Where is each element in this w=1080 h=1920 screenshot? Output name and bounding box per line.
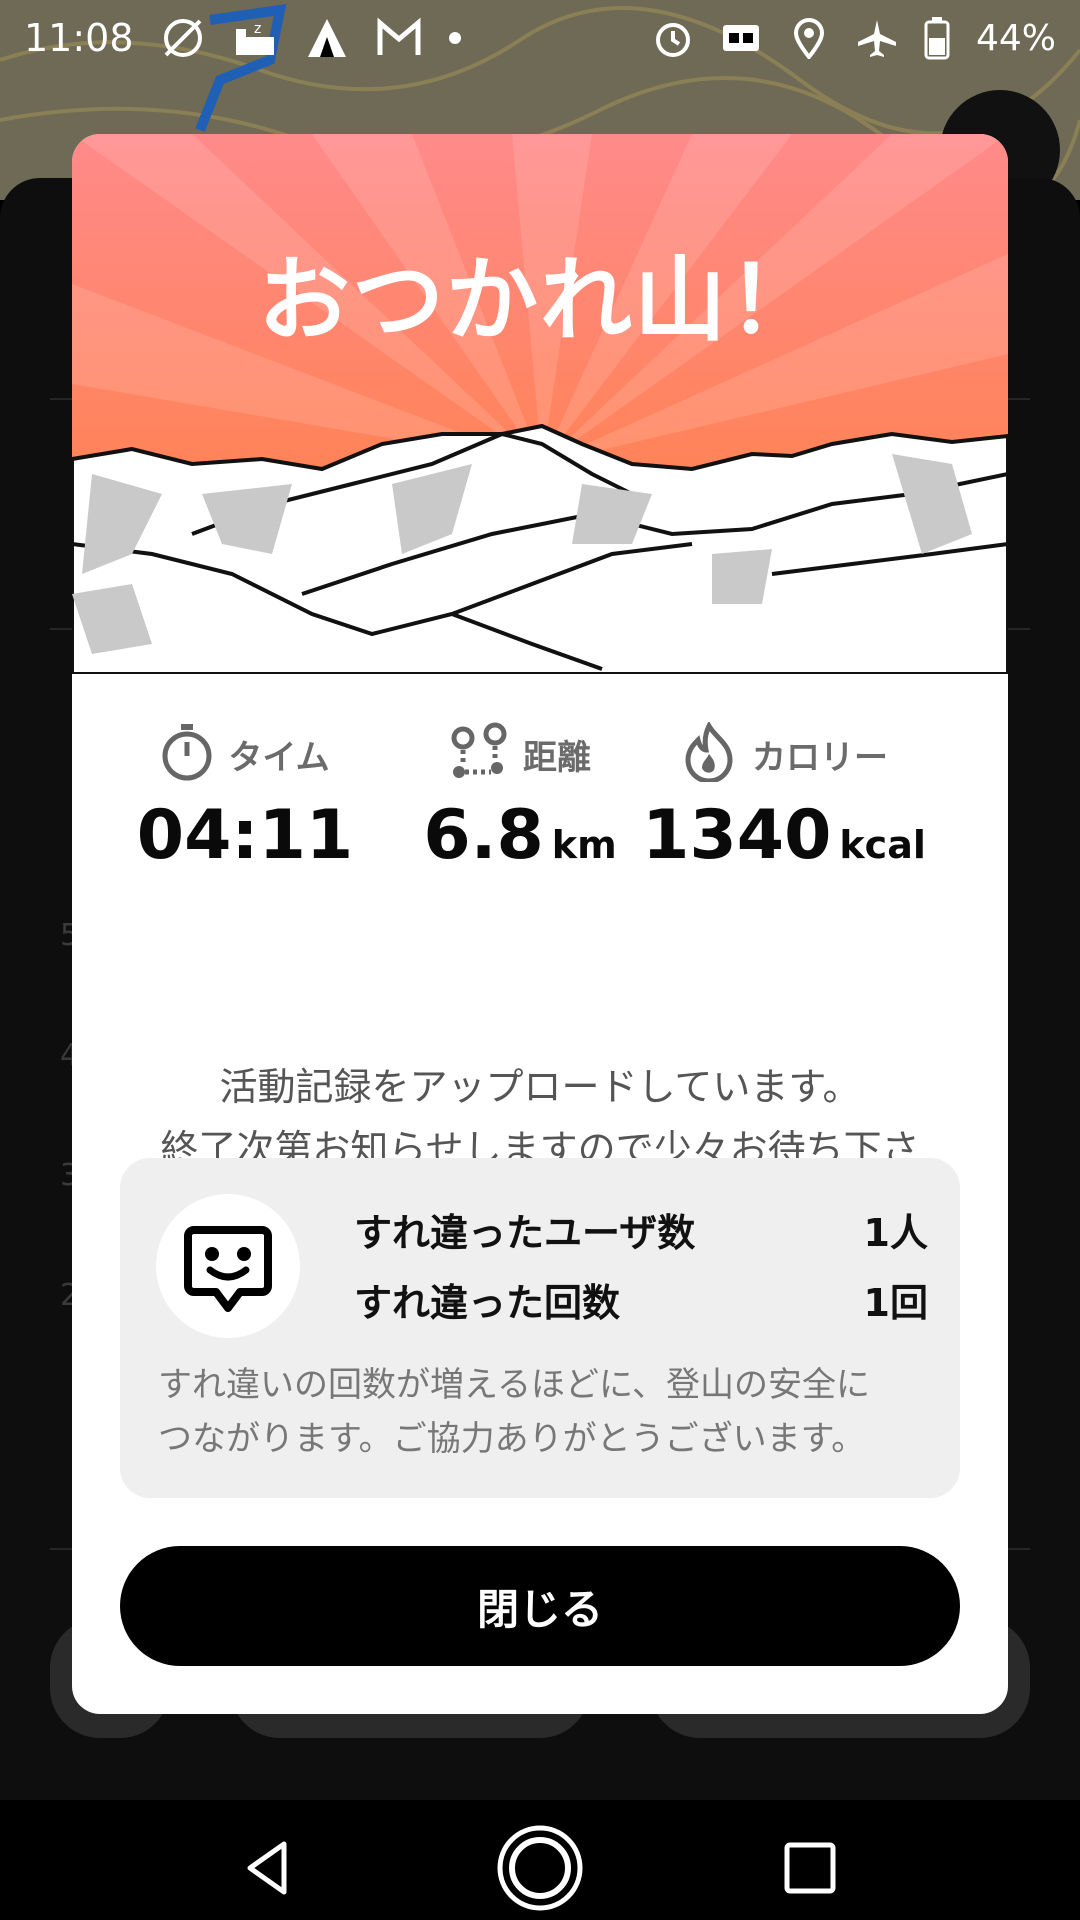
location-icon [788,17,830,59]
back-icon [238,1838,298,1902]
home-icon [495,1823,585,1917]
back-button[interactable] [218,1820,318,1920]
passing-users-row: すれ違ったユーザ数 1人 [354,1202,928,1257]
hero-illustration: おつかれ山！ [72,134,1008,676]
passing-users-value: 1人 [863,1211,928,1255]
stat-time-value: 04:11 [136,796,354,875]
battery-percent: 44% [975,17,1056,59]
dialog-title: おつかれ山！ [257,247,822,354]
airplane-icon [856,17,898,59]
stat-distance-value: 6.8 [423,796,544,875]
navigation-bar [0,1800,1080,1920]
passing-count-label: すれ違った回数 [354,1281,621,1325]
stat-distance-label: 距離 [523,737,591,778]
stat-calories-label: カロリー [752,737,888,778]
flame-icon [680,720,738,786]
close-button[interactable]: 閉じる [120,1546,960,1666]
svg-text:z: z [254,21,261,37]
completion-dialog: おつかれ山！ タイム 04:11 距離 6.8 km カロリー 1340 kca… [72,134,1008,1714]
stat-time: タイム 04:11 [137,714,353,875]
sync-off-icon [160,15,206,61]
passing-info-card: すれ違ったユーザ数 1人 すれ違った回数 1回 すれ違いの回数が増えるほどに、登… [120,1158,960,1498]
passing-count-row: すれ違った回数 1回 [354,1272,928,1327]
sleeping-icon: z [232,15,278,61]
stat-distance: 距離 6.8 km [420,714,620,875]
chat-face-icon [156,1194,300,1338]
stopwatch-icon [160,722,214,786]
alarm-icon [652,17,694,59]
passing-note: すれ違いの回数が増えるほどに、登山の安全に つながります。ご協力ありがとうござい… [158,1358,938,1466]
upload-message-line1: 活動記録をアップロードしています。 [219,1065,861,1109]
stat-calories-value: 1340 [642,796,832,875]
activity-stats: タイム 04:11 距離 6.8 km カロリー 1340 kcal [72,714,1008,884]
recents-button[interactable] [760,1820,860,1920]
stat-calories: カロリー 1340 kcal [642,714,926,875]
status-bar: 11:08 z 44% [0,0,1080,76]
tent-icon [304,15,350,61]
battery-icon [924,16,950,60]
passing-note-line1: すれ違いの回数が増えるほどに、登山の安全に [158,1365,870,1405]
passing-count-value: 1回 [863,1281,928,1325]
passing-note-line2: つながります。ご協力ありがとうございます。 [158,1419,866,1459]
status-time: 11:08 [24,16,134,60]
route-icon [449,722,509,786]
stat-calories-unit: kcal [839,823,926,867]
stat-time-label: タイム [228,737,330,778]
home-button[interactable] [490,1820,590,1920]
passing-users-label: すれ違ったユーザ数 [354,1211,696,1255]
dot-icon [448,31,462,45]
gmail-icon [376,15,422,61]
stat-distance-unit: km [551,823,617,867]
recents-icon [782,1840,838,1900]
card-icon [720,17,762,59]
